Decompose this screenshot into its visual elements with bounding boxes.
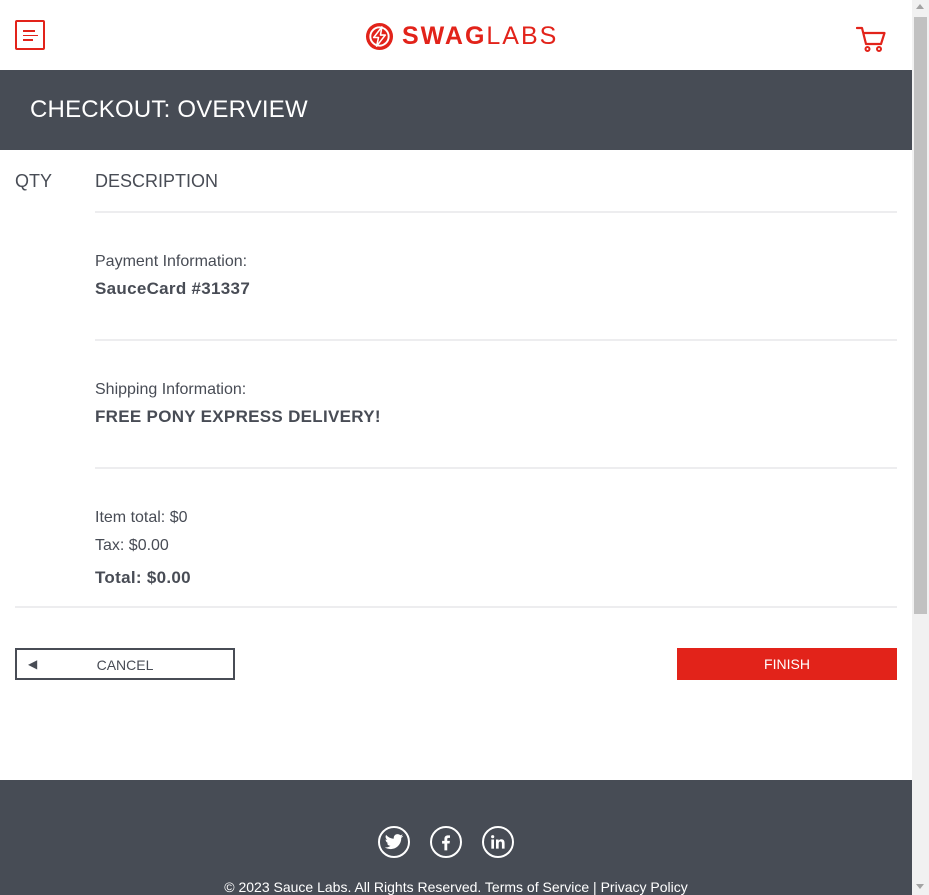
brand-name-bold: SWAG <box>402 21 487 50</box>
page-title: CHECKOUT: OVERVIEW <box>30 96 308 123</box>
description-column-label: DESCRIPTION <box>95 171 219 191</box>
facebook-icon[interactable] <box>430 826 462 858</box>
sauce-bolt-icon <box>365 22 394 50</box>
payment-info-value: SauceCard #31337 <box>95 279 251 298</box>
copyright-text: © 2023 Sauce Labs. All Rights Reserved. … <box>224 879 688 895</box>
brand-name-light: LABS <box>486 21 559 50</box>
checkout-overview-page: SWAGLABS CHECKOUT: OVERVIEW QTY DESCRIPT… <box>0 0 912 895</box>
secondary-header: CHECKOUT: OVERVIEW <box>0 70 912 150</box>
divider <box>15 606 897 608</box>
header: SWAGLABS <box>0 0 912 70</box>
scroll-down-arrow-icon[interactable] <box>916 884 924 889</box>
twitter-icon[interactable] <box>378 826 410 858</box>
finish-button-label: FINISH <box>764 656 810 672</box>
divider <box>95 339 897 341</box>
item-total: Item total: $0 <box>95 509 188 526</box>
scroll-up-arrow-icon[interactable] <box>916 4 924 9</box>
shipping-info-label: Shipping Information: <box>95 381 247 398</box>
finish-button[interactable]: FINISH <box>677 648 897 680</box>
footer: © 2023 Sauce Labs. All Rights Reserved. … <box>0 780 912 895</box>
brand-logo: SWAGLABS <box>365 21 558 51</box>
shopping-cart-icon[interactable] <box>856 25 886 53</box>
divider <box>95 467 897 469</box>
payment-info-label: Payment Information: <box>95 253 248 270</box>
scrollbar-thumb[interactable] <box>914 17 927 614</box>
cancel-button-label: CANCEL <box>96 657 154 673</box>
shipping-info-value: FREE PONY EXPRESS DELIVERY! <box>95 407 381 426</box>
qty-column-label: QTY <box>15 171 53 191</box>
cancel-button[interactable]: ◀ CANCEL <box>15 648 235 680</box>
brand-name: SWAGLABS <box>402 21 559 50</box>
vertical-scrollbar[interactable] <box>912 0 929 895</box>
tax: Tax: $0.00 <box>95 537 169 554</box>
divider <box>95 211 897 213</box>
total: Total: $0.00 <box>95 568 191 587</box>
hamburger-menu-icon[interactable] <box>15 20 45 50</box>
linkedin-icon[interactable] <box>482 826 514 858</box>
